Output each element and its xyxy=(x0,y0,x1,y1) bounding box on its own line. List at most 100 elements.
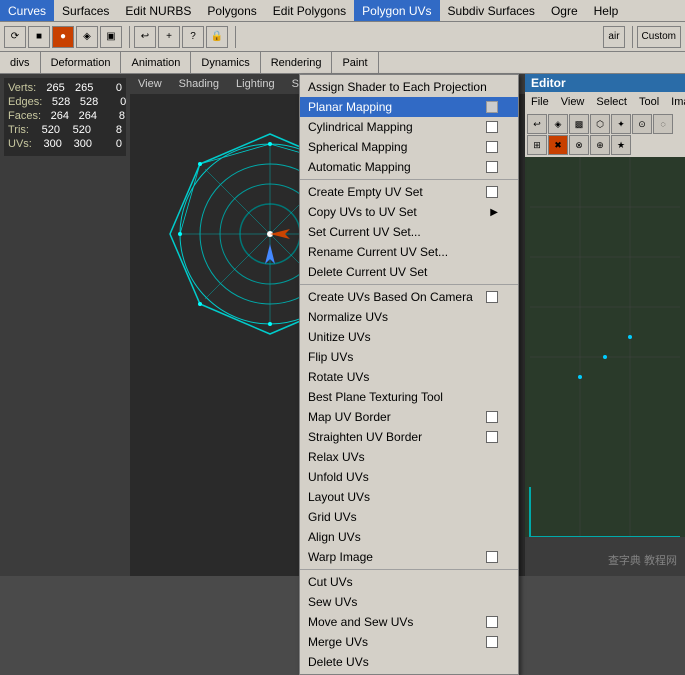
dropdown-rotate-uvs[interactable]: Rotate UVs xyxy=(300,367,518,387)
dropdown-create-uvs-camera[interactable]: Create UVs Based On Camera xyxy=(300,287,518,307)
dropdown-cut-uvs[interactable]: Cut UVs xyxy=(300,572,518,592)
delete-current-label: Delete Current UV Set xyxy=(308,265,427,279)
straighten-uv-option-box xyxy=(486,431,498,443)
tab-animation[interactable]: Animation xyxy=(121,52,191,73)
polygon-uvs-dropdown: Assign Shader to Each Projection Planar … xyxy=(299,74,519,675)
uv-tool-7[interactable]: ◌ xyxy=(653,114,673,134)
dropdown-assign-shader[interactable]: Assign Shader to Each Projection xyxy=(300,77,518,97)
uv-canvas[interactable] xyxy=(525,157,685,537)
dropdown-normalize-uvs[interactable]: Normalize UVs xyxy=(300,307,518,327)
tab-dynamics[interactable]: Dynamics xyxy=(191,52,260,73)
main-toolbar: ⟳ ■ ● ◈ ▣ ↩ + ? 🔒 air Custom xyxy=(0,22,685,52)
dropdown-cylindrical-mapping[interactable]: Cylindrical Mapping xyxy=(300,117,518,137)
toolbar-btn-1[interactable]: ⟳ xyxy=(4,26,26,48)
uv-menu-image[interactable]: Image xyxy=(665,94,685,110)
uv-tool-1[interactable]: ↩ xyxy=(527,114,547,134)
menu-edit-nurbs[interactable]: Edit NURBS xyxy=(117,0,199,21)
tab-paint[interactable]: Paint xyxy=(332,52,378,73)
dropdown-rename-current[interactable]: Rename Current UV Set... xyxy=(300,242,518,262)
toolbar-btn-2[interactable]: ■ xyxy=(28,26,50,48)
uv-tool-8[interactable]: ⊞ xyxy=(527,135,547,155)
dropdown-delete-current[interactable]: Delete Current UV Set xyxy=(300,262,518,282)
toolbar-btn-9[interactable]: 🔒 xyxy=(206,26,228,48)
menu-surfaces[interactable]: Surfaces xyxy=(54,0,117,21)
menu-curves[interactable]: Curves xyxy=(0,0,54,21)
toolbar-btn-air[interactable]: air xyxy=(603,26,624,48)
uv-menu-tool[interactable]: Tool xyxy=(633,94,665,110)
tab-rendering[interactable]: Rendering xyxy=(261,52,333,73)
toolbar-btn-3[interactable]: ● xyxy=(52,26,74,48)
tab-bar: divs Deformation Animation Dynamics Rend… xyxy=(0,52,685,74)
menu-polygon-uvs[interactable]: Polygon UVs xyxy=(354,0,439,21)
menu-edit-polygons[interactable]: Edit Polygons xyxy=(265,0,354,21)
dropdown-move-sew[interactable]: Move and Sew UVs xyxy=(300,612,518,632)
dropdown-automatic-mapping[interactable]: Automatic Mapping xyxy=(300,157,518,177)
uv-tool-5[interactable]: ✦ xyxy=(611,114,631,134)
unitize-uvs-label: Unitize UVs xyxy=(308,330,371,344)
tab-deformation[interactable]: Deformation xyxy=(41,52,122,73)
delete-uvs-label: Delete UVs xyxy=(308,655,369,669)
uv-tool-4[interactable]: ⬡ xyxy=(590,114,610,134)
dropdown-sew-uvs[interactable]: Sew UVs xyxy=(300,592,518,612)
toolbar-btn-6[interactable]: ↩ xyxy=(134,26,156,48)
copy-uvs-arrow: ▶ xyxy=(490,207,498,218)
tris-label: Tris: xyxy=(8,124,29,136)
faces-v3: 8 xyxy=(97,110,125,122)
dropdown-spherical-mapping[interactable]: Spherical Mapping xyxy=(300,137,518,157)
viewport-menu-view[interactable]: View xyxy=(130,76,170,92)
align-uvs-label: Align UVs xyxy=(308,530,361,544)
dropdown-flip-uvs[interactable]: Flip UVs xyxy=(300,347,518,367)
automatic-option-box xyxy=(486,161,498,173)
verts-v2: 265 xyxy=(65,82,93,94)
dropdown-section-1: Assign Shader to Each Projection Planar … xyxy=(300,75,518,180)
dropdown-relax-uvs[interactable]: Relax UVs xyxy=(300,447,518,467)
dropdown-unitize-uvs[interactable]: Unitize UVs xyxy=(300,327,518,347)
uv-tool-3[interactable]: ▩ xyxy=(569,114,589,134)
layout-uvs-label: Layout UVs xyxy=(308,490,370,504)
uv-menu-file[interactable]: File xyxy=(525,94,555,110)
dropdown-straighten-uv[interactable]: Straighten UV Border xyxy=(300,427,518,447)
dropdown-map-uv-border[interactable]: Map UV Border xyxy=(300,407,518,427)
copy-uvs-label: Copy UVs to UV Set xyxy=(308,205,417,219)
tab-divs[interactable]: divs xyxy=(0,52,41,73)
straighten-uv-label: Straighten UV Border xyxy=(308,430,422,444)
menu-help[interactable]: Help xyxy=(586,0,627,21)
toolbar-btn-5[interactable]: ▣ xyxy=(100,26,122,48)
menu-ogre[interactable]: Ogre xyxy=(543,0,586,21)
create-empty-label: Create Empty UV Set xyxy=(308,185,423,199)
menu-subdiv-surfaces[interactable]: Subdiv Surfaces xyxy=(440,0,543,21)
toolbar-btn-4[interactable]: ◈ xyxy=(76,26,98,48)
uv-tool-12[interactable]: ★ xyxy=(611,135,631,155)
uv-tool-10[interactable]: ⊗ xyxy=(569,135,589,155)
uv-tool-6[interactable]: ⊙ xyxy=(632,114,652,134)
dropdown-set-current[interactable]: Set Current UV Set... xyxy=(300,222,518,242)
dropdown-layout-uvs[interactable]: Layout UVs xyxy=(300,487,518,507)
dropdown-delete-uvs[interactable]: Delete UVs xyxy=(300,652,518,672)
unfold-uvs-label: Unfold UVs xyxy=(308,470,369,484)
planar-mapping-option-box xyxy=(486,101,498,113)
dropdown-unfold-uvs[interactable]: Unfold UVs xyxy=(300,467,518,487)
dropdown-grid-uvs[interactable]: Grid UVs xyxy=(300,507,518,527)
verts-row: Verts: 265 265 0 xyxy=(8,82,122,94)
uv-menu-select[interactable]: Select xyxy=(590,94,633,110)
viewport-menu-lighting[interactable]: Lighting xyxy=(228,76,283,92)
dropdown-copy-uvs[interactable]: Copy UVs to UV Set ▶ xyxy=(300,202,518,222)
dropdown-warp-image[interactable]: Warp Image xyxy=(300,547,518,567)
toolbar-btn-8[interactable]: ? xyxy=(182,26,204,48)
edges-row: Edges: 528 528 0 xyxy=(8,96,122,108)
toolbar-btn-custom[interactable]: Custom xyxy=(637,26,681,48)
uv-menu-view[interactable]: View xyxy=(555,94,591,110)
uv-editor-menu: File View Select Tool Image xyxy=(525,92,685,112)
uv-tool-9[interactable]: ✖ xyxy=(548,135,568,155)
uv-tool-11[interactable]: ⊕ xyxy=(590,135,610,155)
dropdown-merge-uvs[interactable]: Merge UVs xyxy=(300,632,518,652)
tris-v3: 8 xyxy=(94,124,122,136)
dropdown-planar-mapping[interactable]: Planar Mapping xyxy=(300,97,518,117)
viewport-menu-shading[interactable]: Shading xyxy=(171,76,227,92)
dropdown-align-uvs[interactable]: Align UVs xyxy=(300,527,518,547)
dropdown-best-plane[interactable]: Best Plane Texturing Tool xyxy=(300,387,518,407)
uv-tool-2[interactable]: ◈ xyxy=(548,114,568,134)
toolbar-btn-7[interactable]: + xyxy=(158,26,180,48)
dropdown-create-empty[interactable]: Create Empty UV Set xyxy=(300,182,518,202)
menu-polygons[interactable]: Polygons xyxy=(199,0,264,21)
